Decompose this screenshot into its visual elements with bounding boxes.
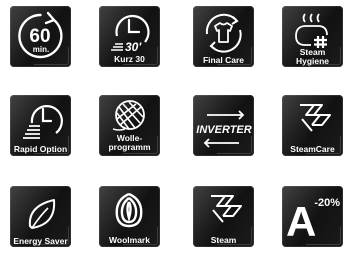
timer-big-text: 60 xyxy=(29,26,50,47)
inverter-text: INVERTER xyxy=(196,124,251,136)
steamcare-icon[interactable]: SteamCare xyxy=(282,95,343,156)
rapid-option-label: Rapid Option xyxy=(13,144,68,154)
energy-percent-text: -20% xyxy=(314,197,340,209)
wolle-label-2: programm xyxy=(108,142,151,152)
steamcare-label: SteamCare xyxy=(290,144,335,154)
steam-label: Steam xyxy=(210,235,237,245)
energy-class-graphic: A -20% xyxy=(286,197,340,245)
minus-20-percent-icon[interactable]: A -20% xyxy=(282,186,343,247)
energy-saver-label: Energy Saver xyxy=(13,236,68,246)
energy-saver-icon[interactable]: Energy Saver xyxy=(10,186,71,247)
timer-arrow-graphic: 60 min. xyxy=(18,11,63,59)
kurz-30-icon[interactable]: 30' Kurz 30 xyxy=(99,6,160,67)
inverter-graphic: INVERTER xyxy=(196,110,252,148)
final-care-icon[interactable]: Final Care xyxy=(193,6,254,67)
woolmark-label: Woolmark xyxy=(109,235,150,245)
final-care-label: Final Care xyxy=(202,55,245,65)
inverter-icon[interactable]: INVERTER xyxy=(193,95,254,156)
timer-small-text: min. xyxy=(33,45,49,54)
kurz-30-label: Kurz 30 xyxy=(114,54,145,64)
timer-60-icon[interactable]: 60 min. xyxy=(10,6,71,67)
energy-class-letter: A xyxy=(286,198,316,245)
kurz-30-big-text: 30' xyxy=(125,40,142,54)
steam-icon[interactable]: Steam xyxy=(193,186,254,247)
wolle-programm-icon[interactable]: Wolle- programm xyxy=(99,95,160,156)
rapid-option-icon[interactable]: Rapid Option xyxy=(10,95,71,156)
steam-hygiene-label-2: Hygiene xyxy=(295,56,330,66)
woolmark-icon[interactable]: Woolmark xyxy=(99,186,160,247)
steam-hygiene-icon[interactable]: Steam Hygiene xyxy=(282,6,343,67)
